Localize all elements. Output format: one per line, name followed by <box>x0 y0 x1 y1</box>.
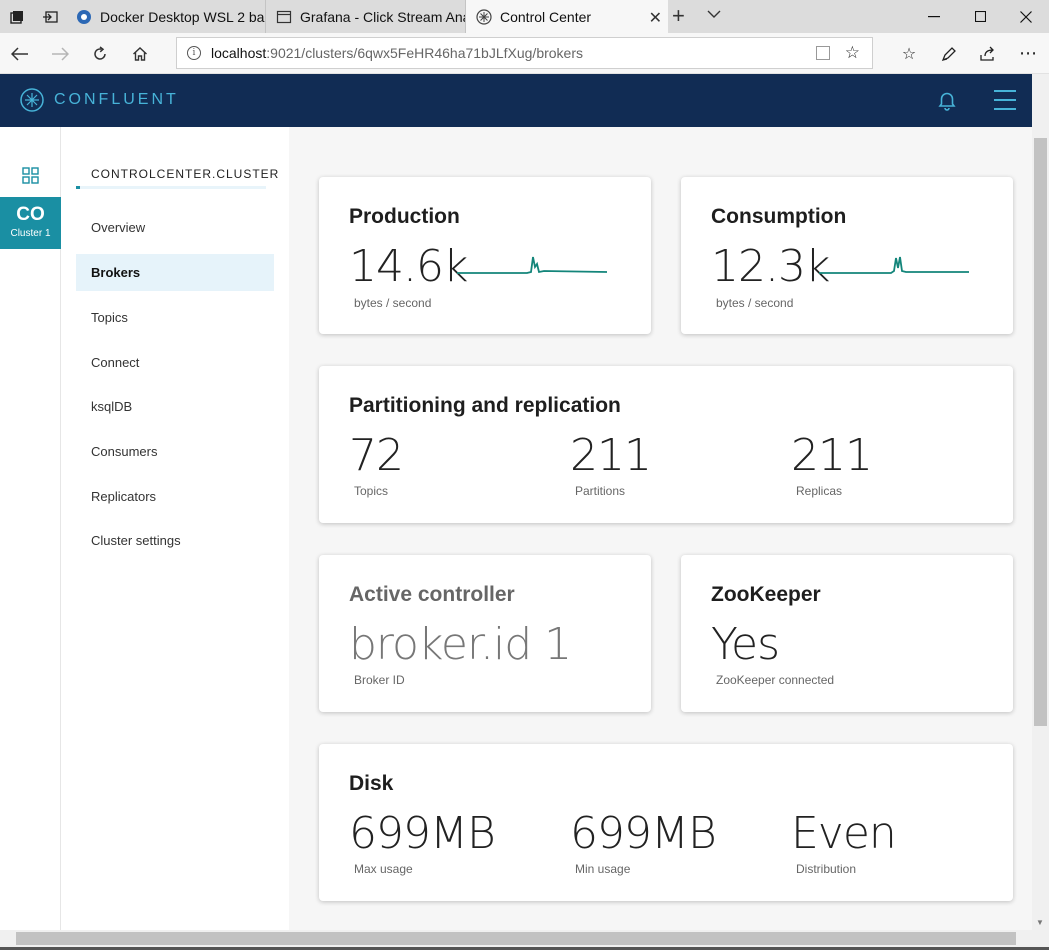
topics-value: 72 <box>349 430 404 481</box>
min-usage-label: Min usage <box>575 862 631 876</box>
refresh-icon[interactable] <box>80 33 120 74</box>
info-icon[interactable]: i <box>187 46 201 60</box>
tab-actions-icon[interactable] <box>0 0 33 33</box>
distribution-value: Even <box>791 808 897 859</box>
zookeeper-card[interactable]: ZooKeeper Yes ZooKeeper connected <box>681 555 1013 712</box>
main-content: Production 14.6k bytes / second Consumpt… <box>289 127 1032 930</box>
more-icon[interactable]: ⋯ <box>1008 33 1048 74</box>
distribution-label: Distribution <box>796 862 857 876</box>
consumption-unit: bytes / second <box>716 296 794 310</box>
zookeeper-value: Yes <box>711 619 780 670</box>
cluster-rail: CO Cluster 1 <box>0 127 61 930</box>
horizontal-scrollbar[interactable] <box>0 930 1049 947</box>
close-window-icon[interactable] <box>1003 0 1049 33</box>
zookeeper-label: ZooKeeper connected <box>716 673 835 687</box>
sidebar-item-consumers[interactable]: Consumers <box>76 433 274 470</box>
replicas-value: 211 <box>791 430 873 481</box>
browser-tab-strip: Docker Desktop WSL 2 back Grafana - Clic… <box>0 0 1049 33</box>
cluster-tile[interactable]: CO Cluster 1 <box>0 197 61 249</box>
confluent-logo-icon <box>20 88 44 112</box>
tab-title: Control Center <box>500 8 592 25</box>
tab-control-center[interactable]: Control Center ✕ <box>466 0 668 33</box>
consumption-sparkline <box>819 256 969 274</box>
favorite-star-icon[interactable]: ☆ <box>845 43 860 63</box>
app-header: CONFLUENT <box>0 74 1032 127</box>
cluster-abbr: CO <box>16 204 45 225</box>
docker-icon <box>77 9 91 24</box>
share-icon[interactable] <box>968 33 1008 74</box>
tab-grafana[interactable]: Grafana - Click Stream Analy <box>266 0 466 33</box>
replicas-label: Replicas <box>796 484 843 498</box>
url-path: :9021/clusters/6qwx5FeHR46ha71bJLfXug/br… <box>266 45 584 61</box>
production-value: 14.6k <box>349 241 468 292</box>
controller-label: Broker ID <box>354 673 405 687</box>
confluent-icon <box>476 8 492 25</box>
card-title: Partitioning and replication <box>349 394 621 417</box>
max-usage-label: Max usage <box>354 862 413 876</box>
forward-arrow-icon[interactable] <box>40 33 80 74</box>
active-controller-card[interactable]: Active controller broker.id 1 Broker ID <box>319 555 651 712</box>
tab-title: Grafana - Click Stream Analy <box>300 8 466 25</box>
card-title: Consumption <box>711 205 847 228</box>
scrollbar-thumb[interactable] <box>1034 138 1047 726</box>
production-card[interactable]: Production 14.6k bytes / second <box>319 177 651 334</box>
brand-name: CONFLUENT <box>54 91 179 108</box>
minimize-icon[interactable] <box>911 0 957 33</box>
url-host: localhost <box>211 45 267 61</box>
max-usage-value: 699MB <box>349 808 496 859</box>
topics-label: Topics <box>354 484 389 498</box>
chevron-down-icon[interactable] <box>707 6 721 22</box>
card-title: Production <box>349 205 460 228</box>
sidebar-item-topics[interactable]: Topics <box>76 299 274 336</box>
home-icon[interactable] <box>120 33 160 74</box>
partitioning-card[interactable]: Partitioning and replication 72 Topics 2… <box>319 366 1013 523</box>
disk-card[interactable]: Disk 699MB Max usage 699MB Min usage Eve… <box>319 744 1013 901</box>
scrollbar-thumb[interactable] <box>16 932 1016 945</box>
sidebar-item-connect[interactable]: Connect <box>76 344 274 381</box>
card-title: Active controller <box>349 583 515 606</box>
favorites-icon[interactable]: ☆ <box>889 33 929 74</box>
cluster-title: CONTROLCENTER.CLUSTER <box>91 167 280 181</box>
address-bar: i localhost:9021/clusters/6qwx5FeHR46ha7… <box>0 33 1049 74</box>
url-field[interactable]: i localhost:9021/clusters/6qwx5FeHR46ha7… <box>176 37 873 69</box>
min-usage-value: 699MB <box>570 808 717 859</box>
maximize-icon[interactable] <box>957 0 1003 33</box>
partitions-label: Partitions <box>575 484 626 498</box>
page-icon <box>276 10 292 23</box>
confluent-logo[interactable]: CONFLUENT <box>20 88 179 112</box>
consumption-value: 12.3k <box>711 241 830 292</box>
controller-value: broker.id 1 <box>349 619 572 670</box>
sidebar-item-replicators[interactable]: Replicators <box>76 478 274 515</box>
bell-icon[interactable] <box>936 91 958 116</box>
grid-icon[interactable] <box>22 167 39 184</box>
sidebar-item-ksqldb[interactable]: ksqlDB <box>76 388 274 425</box>
reading-view-icon[interactable] <box>816 46 830 60</box>
sidebar-item-brokers[interactable]: Brokers <box>76 254 274 291</box>
cluster-name: Cluster 1 <box>10 228 51 239</box>
new-tab-icon[interactable]: + <box>672 3 685 29</box>
sidebar-item-overview[interactable]: Overview <box>76 209 274 246</box>
consumption-card[interactable]: Consumption 12.3k bytes / second <box>681 177 1013 334</box>
scroll-down-icon[interactable]: ▼ <box>1036 918 1044 927</box>
cluster-title-underline <box>76 186 266 189</box>
sidebar-item-cluster-settings[interactable]: Cluster settings <box>76 522 274 559</box>
menu-icon[interactable] <box>994 90 1016 117</box>
card-title: Disk <box>349 772 394 795</box>
close-tab-icon[interactable]: ✕ <box>649 8 662 28</box>
sidebar: CONTROLCENTER.CLUSTER Overview Brokers T… <box>61 127 289 930</box>
tab-docker-desktop[interactable]: Docker Desktop WSL 2 back <box>66 0 266 33</box>
tabs-aside-icon[interactable] <box>33 0 66 33</box>
card-title: ZooKeeper <box>711 583 821 606</box>
pen-icon[interactable] <box>929 33 969 74</box>
vertical-scrollbar[interactable]: ▼ <box>1032 74 1049 930</box>
production-sparkline <box>457 256 607 274</box>
tab-title: Docker Desktop WSL 2 back <box>100 8 266 25</box>
back-arrow-icon[interactable] <box>0 33 40 74</box>
production-unit: bytes / second <box>354 296 432 310</box>
partitions-value: 211 <box>570 430 652 481</box>
